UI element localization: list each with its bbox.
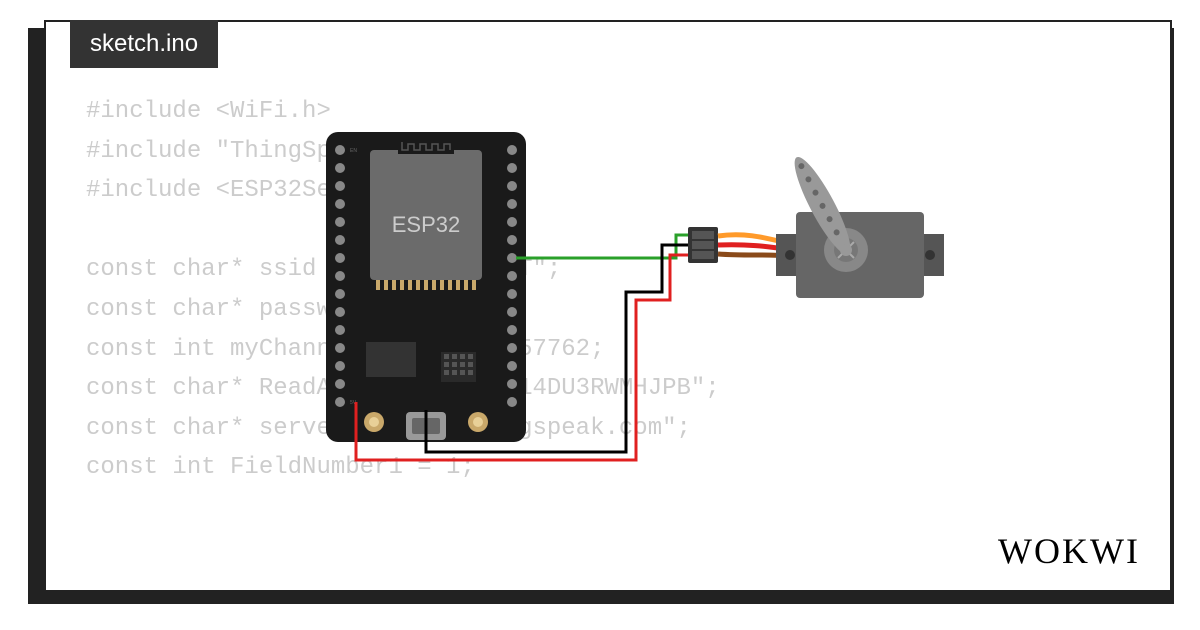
file-tab[interactable]: sketch.ino [70, 20, 218, 68]
board-label: ESP32 [392, 212, 461, 237]
esp32-board[interactable]: ESP32 [326, 132, 526, 442]
circuit-diagram[interactable]: ESP32 [326, 132, 976, 462]
servo-motor[interactable] [776, 152, 944, 298]
editor-panel: sketch.ino #include <WiFi.h> #include "T… [44, 20, 1172, 592]
svg-text:EN: EN [350, 148, 357, 154]
logo-text: WOKWI [998, 531, 1140, 571]
file-tab-label: sketch.ino [90, 30, 198, 57]
wokwi-logo: WOKWI [998, 530, 1140, 572]
servo-connector [688, 227, 718, 263]
code-line: #include <WiFi.h> [86, 98, 331, 125]
